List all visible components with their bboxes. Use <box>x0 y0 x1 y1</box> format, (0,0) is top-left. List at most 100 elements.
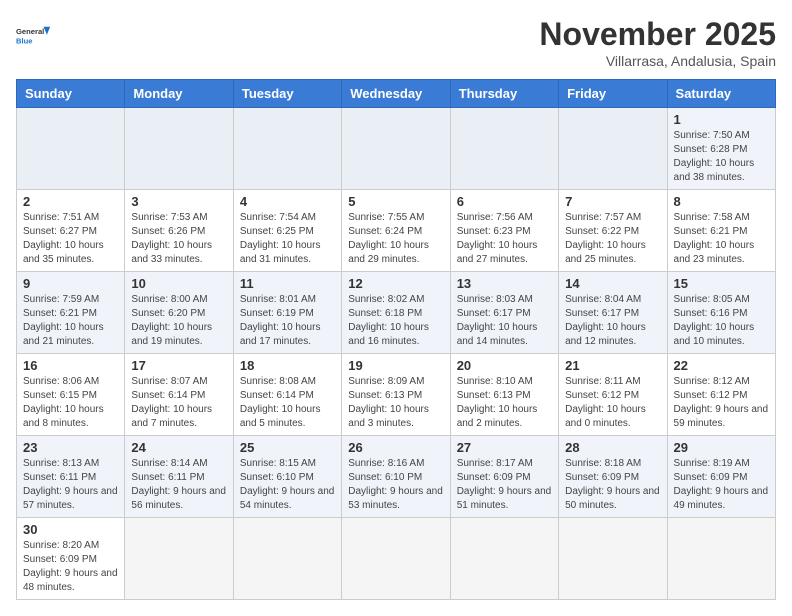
day-number: 6 <box>457 194 552 209</box>
calendar-day: 6 Sunrise: 7:56 AM Sunset: 6:23 PM Daylig… <box>450 190 558 272</box>
calendar-day <box>559 518 667 600</box>
day-number: 13 <box>457 276 552 291</box>
calendar-day <box>559 108 667 190</box>
calendar-day: 25 Sunrise: 8:15 AM Sunset: 6:10 PM Dayli… <box>233 436 341 518</box>
page-header: GeneralBlue November 2025 Villarrasa, An… <box>16 16 776 69</box>
calendar-day: 2 Sunrise: 7:51 AM Sunset: 6:27 PM Daylig… <box>17 190 125 272</box>
calendar-week-row: 2 Sunrise: 7:51 AM Sunset: 6:27 PM Daylig… <box>17 190 776 272</box>
day-number: 1 <box>674 112 769 127</box>
calendar-week-row: 30 Sunrise: 8:20 AM Sunset: 6:09 PM Dayli… <box>17 518 776 600</box>
calendar-week-row: 9 Sunrise: 7:59 AM Sunset: 6:21 PM Daylig… <box>17 272 776 354</box>
day-info: Sunrise: 8:14 AM Sunset: 6:11 PM Dayligh… <box>131 457 226 513</box>
calendar-day: 10 Sunrise: 8:00 AM Sunset: 6:20 PM Dayli… <box>125 272 233 354</box>
day-number: 10 <box>131 276 226 291</box>
day-number: 27 <box>457 440 552 455</box>
day-number: 25 <box>240 440 335 455</box>
day-number: 3 <box>131 194 226 209</box>
day-info: Sunrise: 8:09 AM Sunset: 6:13 PM Dayligh… <box>348 375 443 431</box>
calendar-day: 1 Sunrise: 7:50 AM Sunset: 6:28 PM Daylig… <box>667 108 775 190</box>
day-info: Sunrise: 8:13 AM Sunset: 6:11 PM Dayligh… <box>23 457 118 513</box>
calendar-day: 28 Sunrise: 8:18 AM Sunset: 6:09 PM Dayli… <box>559 436 667 518</box>
calendar-day: 11 Sunrise: 8:01 AM Sunset: 6:19 PM Dayli… <box>233 272 341 354</box>
day-number: 21 <box>565 358 660 373</box>
day-info: Sunrise: 8:20 AM Sunset: 6:09 PM Dayligh… <box>23 539 118 595</box>
calendar-day: 17 Sunrise: 8:07 AM Sunset: 6:14 PM Dayli… <box>125 354 233 436</box>
calendar-day <box>342 108 450 190</box>
calendar-day <box>125 518 233 600</box>
calendar-day: 18Sunrise: 8:08 AM Sunset: 6:14 PM Dayli… <box>233 354 341 436</box>
svg-text:General: General <box>16 27 44 36</box>
day-info: Sunrise: 7:51 AM Sunset: 6:27 PM Dayligh… <box>23 211 118 267</box>
day-info: Sunrise: 8:11 AM Sunset: 6:12 PM Dayligh… <box>565 375 660 431</box>
month-title: November 2025 <box>539 16 776 53</box>
header-tuesday: Tuesday <box>233 80 341 108</box>
calendar-day: 19 Sunrise: 8:09 AM Sunset: 6:13 PM Dayli… <box>342 354 450 436</box>
day-info: Sunrise: 8:12 AM Sunset: 6:12 PM Dayligh… <box>674 375 769 431</box>
calendar-day: 5Sunrise: 7:55 AM Sunset: 6:24 PM Daylig… <box>342 190 450 272</box>
day-info: Sunrise: 8:19 AM Sunset: 6:09 PM Dayligh… <box>674 457 769 513</box>
day-number: 15 <box>674 276 769 291</box>
day-info: Sunrise: 8:15 AM Sunset: 6:10 PM Dayligh… <box>240 457 335 513</box>
calendar-week-row: 16Sunrise: 8:06 AM Sunset: 6:15 PM Dayli… <box>17 354 776 436</box>
day-info: Sunrise: 7:55 AM Sunset: 6:24 PM Dayligh… <box>348 211 443 267</box>
day-info: Sunrise: 8:10 AM Sunset: 6:13 PM Dayligh… <box>457 375 552 431</box>
day-info: Sunrise: 8:16 AM Sunset: 6:10 PM Dayligh… <box>348 457 443 513</box>
header-saturday: Saturday <box>667 80 775 108</box>
day-info: Sunrise: 7:57 AM Sunset: 6:22 PM Dayligh… <box>565 211 660 267</box>
day-info: Sunrise: 8:18 AM Sunset: 6:09 PM Dayligh… <box>565 457 660 513</box>
day-info: Sunrise: 8:01 AM Sunset: 6:19 PM Dayligh… <box>240 293 335 349</box>
day-number: 16 <box>23 358 118 373</box>
day-info: Sunrise: 8:03 AM Sunset: 6:17 PM Dayligh… <box>457 293 552 349</box>
day-number: 17 <box>131 358 226 373</box>
calendar-day: 4Sunrise: 7:54 AM Sunset: 6:25 PM Daylig… <box>233 190 341 272</box>
calendar-day: 15 Sunrise: 8:05 AM Sunset: 6:16 PM Dayli… <box>667 272 775 354</box>
calendar-day: 20 Sunrise: 8:10 AM Sunset: 6:13 PM Dayli… <box>450 354 558 436</box>
title-area: November 2025 Villarrasa, Andalusia, Spa… <box>539 16 776 69</box>
day-number: 28 <box>565 440 660 455</box>
header-friday: Friday <box>559 80 667 108</box>
calendar-day: 16Sunrise: 8:06 AM Sunset: 6:15 PM Dayli… <box>17 354 125 436</box>
calendar-day: 8Sunrise: 7:58 AM Sunset: 6:21 PM Daylig… <box>667 190 775 272</box>
calendar-day <box>342 518 450 600</box>
logo-icon: GeneralBlue <box>16 16 54 54</box>
calendar-day: 7Sunrise: 7:57 AM Sunset: 6:22 PM Daylig… <box>559 190 667 272</box>
calendar-day: 3Sunrise: 7:53 AM Sunset: 6:26 PM Daylig… <box>125 190 233 272</box>
calendar-day: 9 Sunrise: 7:59 AM Sunset: 6:21 PM Daylig… <box>17 272 125 354</box>
calendar-day <box>667 518 775 600</box>
day-number: 12 <box>348 276 443 291</box>
calendar-week-row: 1 Sunrise: 7:50 AM Sunset: 6:28 PM Daylig… <box>17 108 776 190</box>
day-number: 26 <box>348 440 443 455</box>
calendar-header-row: Sunday Monday Tuesday Wednesday Thursday… <box>17 80 776 108</box>
day-info: Sunrise: 7:59 AM Sunset: 6:21 PM Dayligh… <box>23 293 118 349</box>
calendar-day <box>125 108 233 190</box>
day-info: Sunrise: 8:00 AM Sunset: 6:20 PM Dayligh… <box>131 293 226 349</box>
calendar-table: Sunday Monday Tuesday Wednesday Thursday… <box>16 79 776 600</box>
day-number: 19 <box>348 358 443 373</box>
calendar-day <box>17 108 125 190</box>
day-info: Sunrise: 8:02 AM Sunset: 6:18 PM Dayligh… <box>348 293 443 349</box>
day-info: Sunrise: 7:50 AM Sunset: 6:28 PM Dayligh… <box>674 129 769 185</box>
day-info: Sunrise: 8:04 AM Sunset: 6:17 PM Dayligh… <box>565 293 660 349</box>
calendar-day: 21 Sunrise: 8:11 AM Sunset: 6:12 PM Dayli… <box>559 354 667 436</box>
day-number: 20 <box>457 358 552 373</box>
calendar-day: 27 Sunrise: 8:17 AM Sunset: 6:09 PM Dayli… <box>450 436 558 518</box>
day-number: 11 <box>240 276 335 291</box>
day-number: 4 <box>240 194 335 209</box>
day-number: 29 <box>674 440 769 455</box>
day-number: 30 <box>23 522 118 537</box>
day-number: 2 <box>23 194 118 209</box>
day-info: Sunrise: 7:56 AM Sunset: 6:23 PM Dayligh… <box>457 211 552 267</box>
calendar-day: 14Sunrise: 8:04 AM Sunset: 6:17 PM Dayli… <box>559 272 667 354</box>
calendar-day <box>233 518 341 600</box>
day-number: 18 <box>240 358 335 373</box>
calendar-day: 30 Sunrise: 8:20 AM Sunset: 6:09 PM Dayli… <box>17 518 125 600</box>
day-number: 23 <box>23 440 118 455</box>
header-thursday: Thursday <box>450 80 558 108</box>
day-number: 9 <box>23 276 118 291</box>
calendar-day: 29 Sunrise: 8:19 AM Sunset: 6:09 PM Dayli… <box>667 436 775 518</box>
calendar-day: 12 Sunrise: 8:02 AM Sunset: 6:18 PM Dayli… <box>342 272 450 354</box>
day-info: Sunrise: 8:05 AM Sunset: 6:16 PM Dayligh… <box>674 293 769 349</box>
calendar-day: 22Sunrise: 8:12 AM Sunset: 6:12 PM Dayli… <box>667 354 775 436</box>
day-info: Sunrise: 8:07 AM Sunset: 6:14 PM Dayligh… <box>131 375 226 431</box>
day-info: Sunrise: 8:17 AM Sunset: 6:09 PM Dayligh… <box>457 457 552 513</box>
